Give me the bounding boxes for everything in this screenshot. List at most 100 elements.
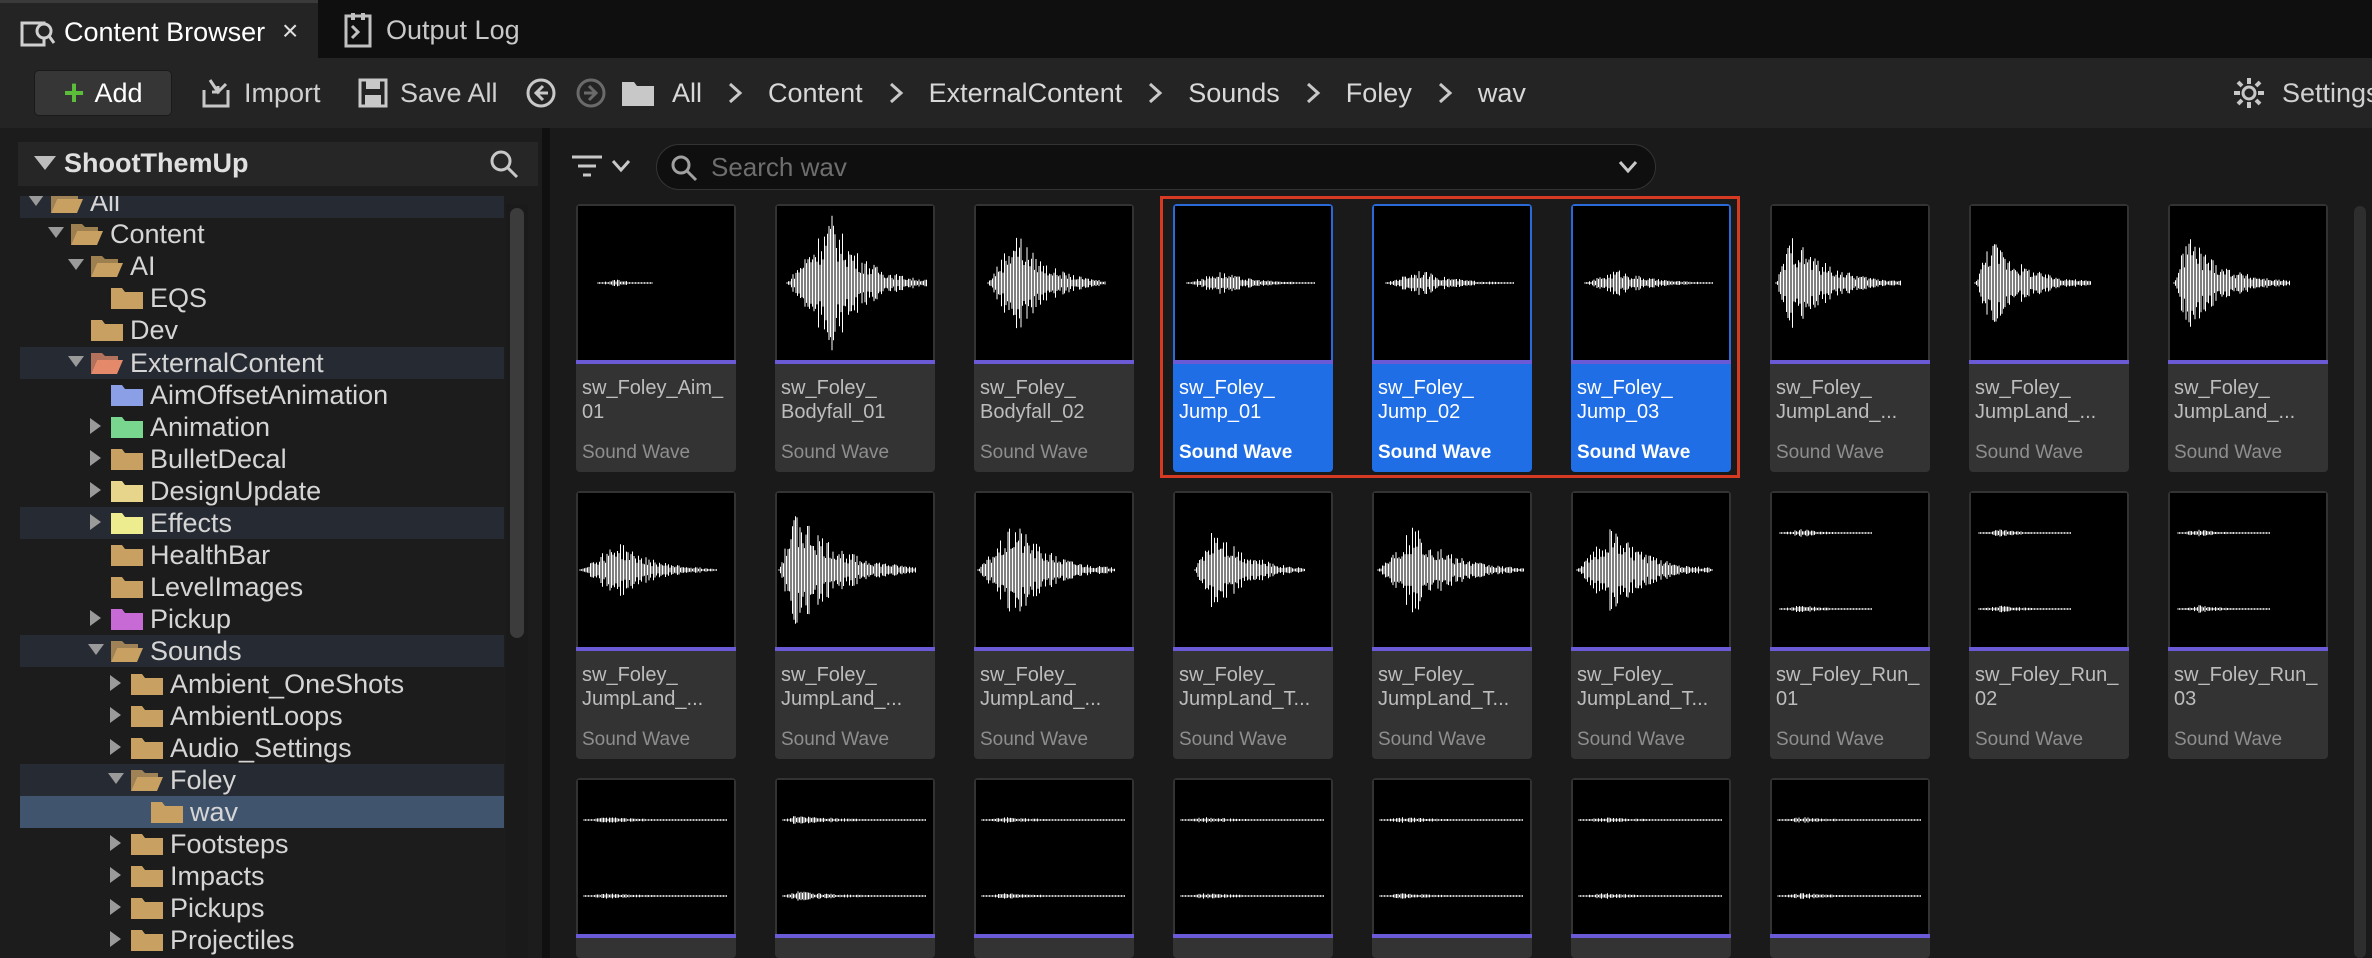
tree-item-animation[interactable]: Animation	[20, 411, 504, 443]
asset-tile[interactable]: sw_Foley_ Jump_03 Sound Wave	[1571, 204, 1731, 472]
asset-tile[interactable]	[576, 778, 736, 958]
tree-item-sounds[interactable]: Sounds	[20, 635, 504, 668]
collapsed-arrow-icon[interactable]	[90, 417, 101, 434]
tree-item-dev[interactable]: Dev	[20, 314, 504, 346]
asset-tile[interactable]	[1770, 778, 1930, 958]
collapsed-arrow-icon[interactable]	[110, 738, 121, 755]
tree-item-pickups[interactable]: Pickups	[20, 892, 504, 924]
breadcrumb-item[interactable]: Sounds	[1188, 78, 1280, 109]
breadcrumb-item[interactable]: All	[672, 78, 702, 109]
collapsed-arrow-icon[interactable]	[110, 835, 121, 851]
asset-tile[interactable]: sw_Foley_Run_ 02 Sound Wave	[1969, 491, 2129, 759]
tree-item-designupdate[interactable]: DesignUpdate	[20, 475, 504, 507]
tree-item-footsteps[interactable]: Footsteps	[20, 828, 504, 860]
asset-scrollbar[interactable]	[2354, 206, 2366, 958]
tab-output-log[interactable]: Output Log	[344, 10, 520, 50]
asset-tile[interactable]: sw_Foley_ Jump_02 Sound Wave	[1372, 204, 1532, 472]
asset-type-bar	[974, 934, 1134, 938]
asset-tile[interactable]	[1571, 778, 1731, 958]
collapsed-arrow-icon[interactable]	[110, 674, 121, 691]
tree-item-eqs[interactable]: EQS	[20, 282, 504, 314]
tree-item-effects[interactable]: Effects	[20, 507, 504, 539]
forward-button[interactable]	[574, 70, 608, 116]
tree-item-aimoffsetanimation[interactable]: AimOffsetAnimation	[20, 379, 504, 411]
sound-wave-thumbnail	[578, 493, 734, 647]
panel-splitter[interactable]	[542, 128, 550, 958]
asset-tile[interactable]	[775, 778, 935, 958]
breadcrumb-item[interactable]: wav	[1478, 78, 1526, 109]
tree-item-foley[interactable]: Foley	[20, 763, 504, 796]
asset-tile[interactable]: sw_Foley_ JumpLand_... Sound Wave	[576, 491, 736, 759]
tree-item-externalcontent[interactable]: ExternalContent	[20, 346, 504, 379]
tree-item-levelimages[interactable]: LevelImages	[20, 571, 504, 603]
asset-tile[interactable]: sw_Foley_ JumpLand_T... Sound Wave	[1571, 491, 1731, 759]
asset-tile[interactable]: sw_Foley_ JumpLand_... Sound Wave	[1969, 204, 2129, 472]
tree-item-audio-settings[interactable]: Audio_Settings	[20, 732, 504, 764]
add-button[interactable]: + Add	[34, 70, 172, 116]
expanded-arrow-icon[interactable]	[108, 772, 124, 784]
tree-item-pickup[interactable]: Pickup	[20, 603, 504, 635]
tree-item-label: Effects	[150, 508, 233, 538]
search-icon[interactable]	[488, 148, 520, 180]
asset-tile[interactable]: sw_Foley_ JumpLand_T... Sound Wave	[1173, 491, 1333, 759]
back-button[interactable]	[524, 70, 558, 116]
asset-tile[interactable]: sw_Foley_ JumpLand_... Sound Wave	[2168, 204, 2328, 472]
folder-icon[interactable]	[620, 70, 656, 116]
tree-item-bulletdecal[interactable]: BulletDecal	[20, 443, 504, 475]
tree-item-all[interactable]: All	[20, 196, 504, 218]
asset-tile[interactable]: sw_Foley_ Bodyfall_01 Sound Wave	[775, 204, 935, 472]
tree-item-ambientloops[interactable]: AmbientLoops	[20, 700, 504, 732]
collapsed-arrow-icon[interactable]	[110, 899, 121, 916]
close-icon[interactable]: ×	[282, 15, 298, 47]
breadcrumb-item[interactable]: ExternalContent	[929, 78, 1123, 109]
asset-tile[interactable]: sw_Foley_ JumpLand_... Sound Wave	[1770, 204, 1930, 472]
chevron-down-icon[interactable]	[1617, 159, 1639, 175]
asset-tile[interactable]: sw_Foley_Aim_ 01 Sound Wave	[576, 204, 736, 472]
collapsed-arrow-icon[interactable]	[90, 514, 101, 530]
asset-tile[interactable]	[1372, 778, 1532, 958]
collapsed-arrow-icon[interactable]	[90, 449, 101, 466]
expanded-arrow-icon[interactable]	[48, 227, 64, 239]
asset-type-bar	[1571, 934, 1731, 938]
asset-tile[interactable]: sw_Foley_Run_ 01 Sound Wave	[1770, 491, 1930, 759]
breadcrumb-item[interactable]: Content	[768, 78, 863, 109]
collapsed-arrow-icon[interactable]	[90, 610, 101, 627]
expanded-arrow-icon[interactable]	[68, 355, 84, 367]
asset-tile[interactable]: sw_Foley_ Bodyfall_02 Sound Wave	[974, 204, 1134, 472]
tree-item-impacts[interactable]: Impacts	[20, 860, 504, 892]
asset-search[interactable]	[656, 144, 1656, 190]
collapsed-arrow-icon[interactable]	[110, 706, 121, 723]
tree-item-wav[interactable]: wav	[20, 795, 504, 828]
asset-tile[interactable]: sw_Foley_Run_ 03 Sound Wave	[2168, 491, 2328, 759]
tree-item-healthbar[interactable]: HealthBar	[20, 539, 504, 571]
tree-item-ai[interactable]: AI	[20, 250, 504, 282]
asset-tile[interactable]: sw_Foley_ Jump_01 Sound Wave	[1173, 204, 1333, 472]
sources-header[interactable]: ShootThemUp	[18, 142, 538, 186]
tree-scrollbar[interactable]	[510, 208, 524, 638]
collapse-triangle-icon[interactable]	[34, 156, 56, 170]
asset-tile[interactable]	[974, 778, 1134, 958]
chevron-right-icon	[1306, 82, 1321, 104]
search-input[interactable]	[711, 149, 1571, 185]
asset-tile[interactable]: sw_Foley_ JumpLand_... Sound Wave	[974, 491, 1134, 759]
expanded-arrow-icon[interactable]	[88, 644, 104, 656]
waveform-icon	[1379, 817, 1523, 899]
tree-item-content[interactable]: Content	[20, 218, 504, 250]
expanded-arrow-icon[interactable]	[28, 196, 44, 206]
tab-content-browser[interactable]: Content Browser ×	[0, 0, 318, 58]
tree-item-projectiles[interactable]: Projectiles	[20, 924, 504, 956]
breadcrumb-item[interactable]: Foley	[1346, 78, 1412, 109]
settings-button[interactable]: Settings	[2232, 70, 2372, 116]
filter-button[interactable]	[570, 146, 636, 186]
collapsed-arrow-icon[interactable]	[110, 867, 121, 884]
collapsed-arrow-icon[interactable]	[90, 481, 101, 498]
asset-tile[interactable]	[1173, 778, 1333, 958]
collapsed-arrow-icon[interactable]	[110, 931, 121, 948]
expanded-arrow-icon[interactable]	[68, 259, 84, 271]
import-button[interactable]: Import	[200, 70, 321, 116]
waveform-icon	[1186, 272, 1315, 294]
tree-item-ambient-oneshots[interactable]: Ambient_OneShots	[20, 668, 504, 700]
asset-tile[interactable]: sw_Foley_ JumpLand_T... Sound Wave	[1372, 491, 1532, 759]
save-all-button[interactable]: Save All	[356, 70, 498, 116]
asset-tile[interactable]: sw_Foley_ JumpLand_... Sound Wave	[775, 491, 935, 759]
